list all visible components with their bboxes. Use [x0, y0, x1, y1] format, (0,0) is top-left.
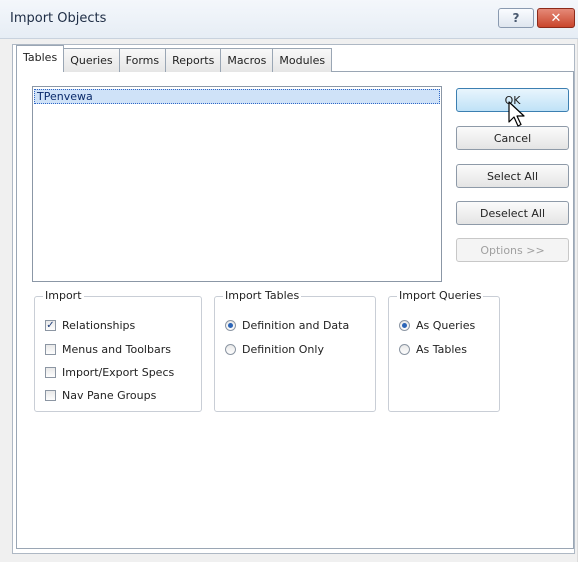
checkbox-label: Menus and Toolbars — [62, 342, 171, 356]
checkbox-label: Import/Export Specs — [62, 365, 175, 379]
tab-reports[interactable]: Reports — [165, 48, 222, 72]
relationships-checkbox[interactable]: ✓ Relationships — [45, 317, 135, 333]
import-tables-group: Import Tables Definition and Data Defini… — [214, 289, 376, 412]
window-title: Import Objects — [10, 11, 107, 26]
as-tables-radio[interactable]: As Tables — [399, 341, 467, 357]
import-group: Import ✓ Relationships Menus and Toolbar… — [34, 289, 202, 412]
deselect-all-button[interactable]: Deselect All — [456, 201, 569, 225]
radio-selected-icon — [225, 319, 236, 331]
checkbox-icon — [45, 366, 56, 378]
cancel-button[interactable]: Cancel — [456, 126, 569, 150]
import-group-label: Import — [43, 289, 84, 302]
as-queries-radio[interactable]: As Queries — [399, 317, 475, 333]
radio-label: Definition and Data — [242, 318, 350, 332]
import-objects-dialog: Import Objects ? ✕ Tables Queries Forms … — [0, 0, 578, 562]
radio-label: As Queries — [416, 318, 476, 332]
options-button[interactable]: Options >> — [456, 238, 569, 262]
checkbox-icon — [45, 389, 56, 401]
close-icon: ✕ — [550, 10, 562, 26]
tab-tables[interactable]: Tables — [16, 45, 65, 72]
help-icon: ? — [512, 11, 520, 25]
nav-pane-groups-checkbox[interactable]: Nav Pane Groups — [45, 387, 156, 403]
checkbox-icon — [45, 343, 56, 355]
import-queries-group-label: Import Queries — [397, 289, 484, 302]
close-button[interactable]: ✕ — [537, 8, 575, 28]
tab-macros[interactable]: Macros — [220, 48, 274, 72]
radio-icon — [225, 343, 236, 355]
definition-and-data-radio[interactable]: Definition and Data — [225, 317, 349, 333]
radio-label: As Tables — [416, 342, 467, 356]
checkbox-label: Nav Pane Groups — [62, 388, 157, 402]
mouse-pointer-icon — [508, 101, 525, 127]
help-button[interactable]: ? — [498, 8, 534, 28]
radio-selected-icon — [399, 319, 410, 331]
radio-icon — [399, 343, 410, 355]
tab-forms[interactable]: Forms — [118, 48, 167, 72]
checkbox-label: Relationships — [62, 318, 136, 332]
checkbox-checked-icon: ✓ — [45, 319, 56, 331]
select-all-button[interactable]: Select All — [456, 164, 569, 188]
title-bar: Import Objects ? ✕ — [0, 0, 578, 39]
import-tables-group-label: Import Tables — [223, 289, 302, 302]
menus-and-toolbars-checkbox[interactable]: Menus and Toolbars — [45, 341, 171, 357]
objects-listbox[interactable]: TPenvewa — [32, 86, 442, 282]
radio-label: Definition Only — [242, 342, 324, 356]
import-queries-group: Import Queries As Queries As Tables — [388, 289, 500, 412]
tab-queries[interactable]: Queries — [63, 48, 120, 72]
tab-modules[interactable]: Modules — [272, 48, 333, 72]
import-export-specs-checkbox[interactable]: Import/Export Specs — [45, 364, 174, 380]
tab-strip: Tables Queries Forms Reports Macros Modu… — [16, 45, 333, 72]
list-item[interactable]: TPenvewa — [34, 89, 440, 104]
definition-only-radio[interactable]: Definition Only — [225, 341, 324, 357]
